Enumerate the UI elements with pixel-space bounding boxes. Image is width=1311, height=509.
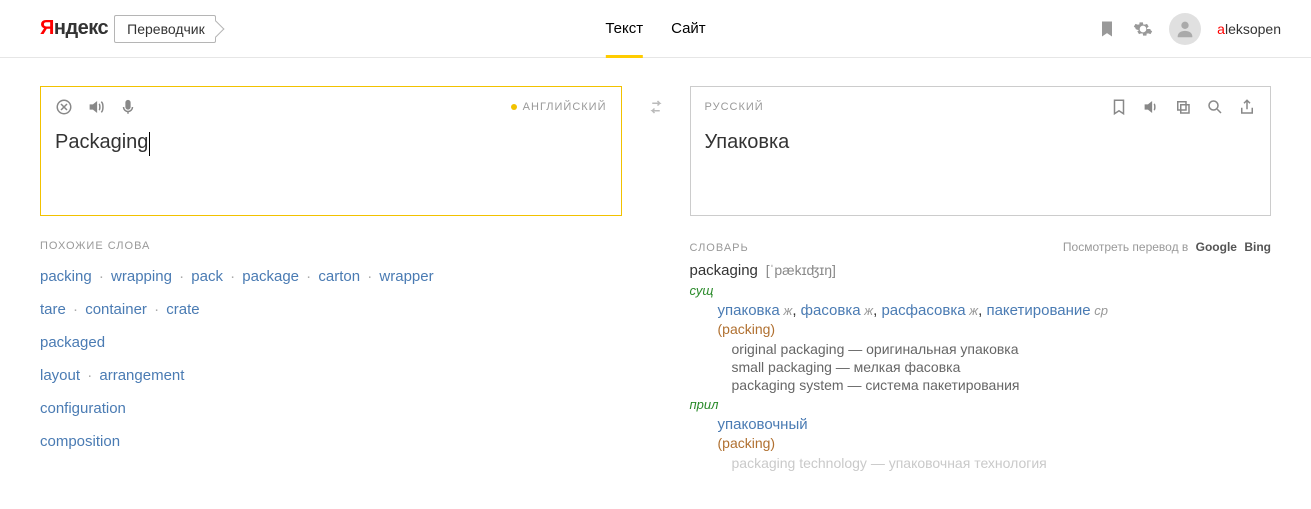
translation-link[interactable]: фасовка xyxy=(801,302,861,319)
part-of-speech: прил xyxy=(690,397,1272,412)
example: small packaging — мелкая фасовка xyxy=(732,359,1272,375)
source-language[interactable]: АНГЛИЙСКИЙ xyxy=(511,101,607,113)
similar-word[interactable]: container xyxy=(85,301,147,318)
similar-word[interactable]: packaged xyxy=(40,334,105,351)
example: packaging system — система пакетирования xyxy=(732,377,1272,393)
avatar[interactable] xyxy=(1169,13,1201,45)
username[interactable]: aleksopen xyxy=(1217,21,1281,37)
translation-link[interactable]: упаковочный xyxy=(718,416,808,433)
service-name[interactable]: Переводчик xyxy=(114,15,216,43)
microphone-icon[interactable] xyxy=(119,98,137,116)
swap-languages[interactable] xyxy=(642,98,670,116)
translation-link[interactable]: упаковка xyxy=(718,302,780,319)
bookmark-icon[interactable] xyxy=(1097,19,1117,39)
bookmark-icon[interactable] xyxy=(1110,98,1128,116)
similar-word[interactable]: tare xyxy=(40,301,66,318)
text-cursor xyxy=(149,132,150,156)
dict-ipa: [ˈpækɪʤɪŋ] xyxy=(766,262,836,278)
share-icon[interactable] xyxy=(1238,98,1256,116)
similar-word[interactable]: wrapping xyxy=(111,268,172,285)
dictionary-entry: packaging [ˈpækɪʤɪŋ] сущупаковка ж, фасо… xyxy=(690,262,1272,471)
similar-word[interactable]: layout xyxy=(40,367,80,384)
app-header: Яндекс Переводчик Текст Сайт aleksopen xyxy=(0,0,1311,58)
similar-word[interactable]: arrangement xyxy=(99,367,184,384)
clear-icon[interactable] xyxy=(55,98,73,116)
tab-site[interactable]: Сайт xyxy=(671,0,706,57)
similar-heading: ПОХОЖИЕ СЛОВА xyxy=(40,240,622,252)
dict-origin: (packing) xyxy=(718,435,1272,451)
dict-origin: (packing) xyxy=(718,321,1272,337)
similar-word[interactable]: composition xyxy=(40,433,120,450)
translation-link[interactable]: пакетирование xyxy=(986,302,1090,319)
translation-link[interactable]: расфасовка xyxy=(881,302,965,319)
target-language[interactable]: РУССКИЙ xyxy=(705,101,764,113)
gear-icon[interactable] xyxy=(1133,19,1153,39)
similar-word[interactable]: pack xyxy=(191,268,223,285)
similar-word[interactable]: carton xyxy=(318,268,360,285)
brand-logo: Яндекс xyxy=(40,17,108,40)
source-text[interactable]: Packaging xyxy=(55,131,148,154)
example: original packaging — оригинальная упаков… xyxy=(732,341,1272,357)
similar-word[interactable]: package xyxy=(242,268,299,285)
similar-word[interactable]: crate xyxy=(166,301,199,318)
target-panel: РУССКИЙ Упаковка xyxy=(690,86,1272,216)
external-lookup: Посмотреть перевод в Google Bing xyxy=(1063,240,1271,254)
mode-tabs: Текст Сайт xyxy=(605,0,705,57)
source-panel[interactable]: АНГЛИЙСКИЙ Packaging xyxy=(40,86,622,216)
similar-word[interactable]: packing xyxy=(40,268,92,285)
search-icon[interactable] xyxy=(1206,98,1224,116)
tab-text[interactable]: Текст xyxy=(605,0,643,57)
similar-word[interactable]: configuration xyxy=(40,400,126,417)
target-text: Упаковка xyxy=(705,131,790,154)
dict-headword: packaging xyxy=(690,262,758,279)
example: packaging technology — упаковочная техно… xyxy=(732,455,1272,471)
speaker-icon[interactable] xyxy=(87,98,105,116)
similar-words: packing · wrapping · pack · package · ca… xyxy=(40,266,622,452)
similar-word[interactable]: wrapper xyxy=(379,268,433,285)
dictionary-heading: СЛОВАРЬ xyxy=(690,242,749,254)
copy-icon[interactable] xyxy=(1174,98,1192,116)
lookup-bing[interactable]: Bing xyxy=(1244,240,1271,254)
speaker-icon[interactable] xyxy=(1142,98,1160,116)
lookup-google[interactable]: Google xyxy=(1196,240,1237,254)
part-of-speech: сущ xyxy=(690,283,1272,298)
brand[interactable]: Яндекс Переводчик xyxy=(40,15,216,43)
